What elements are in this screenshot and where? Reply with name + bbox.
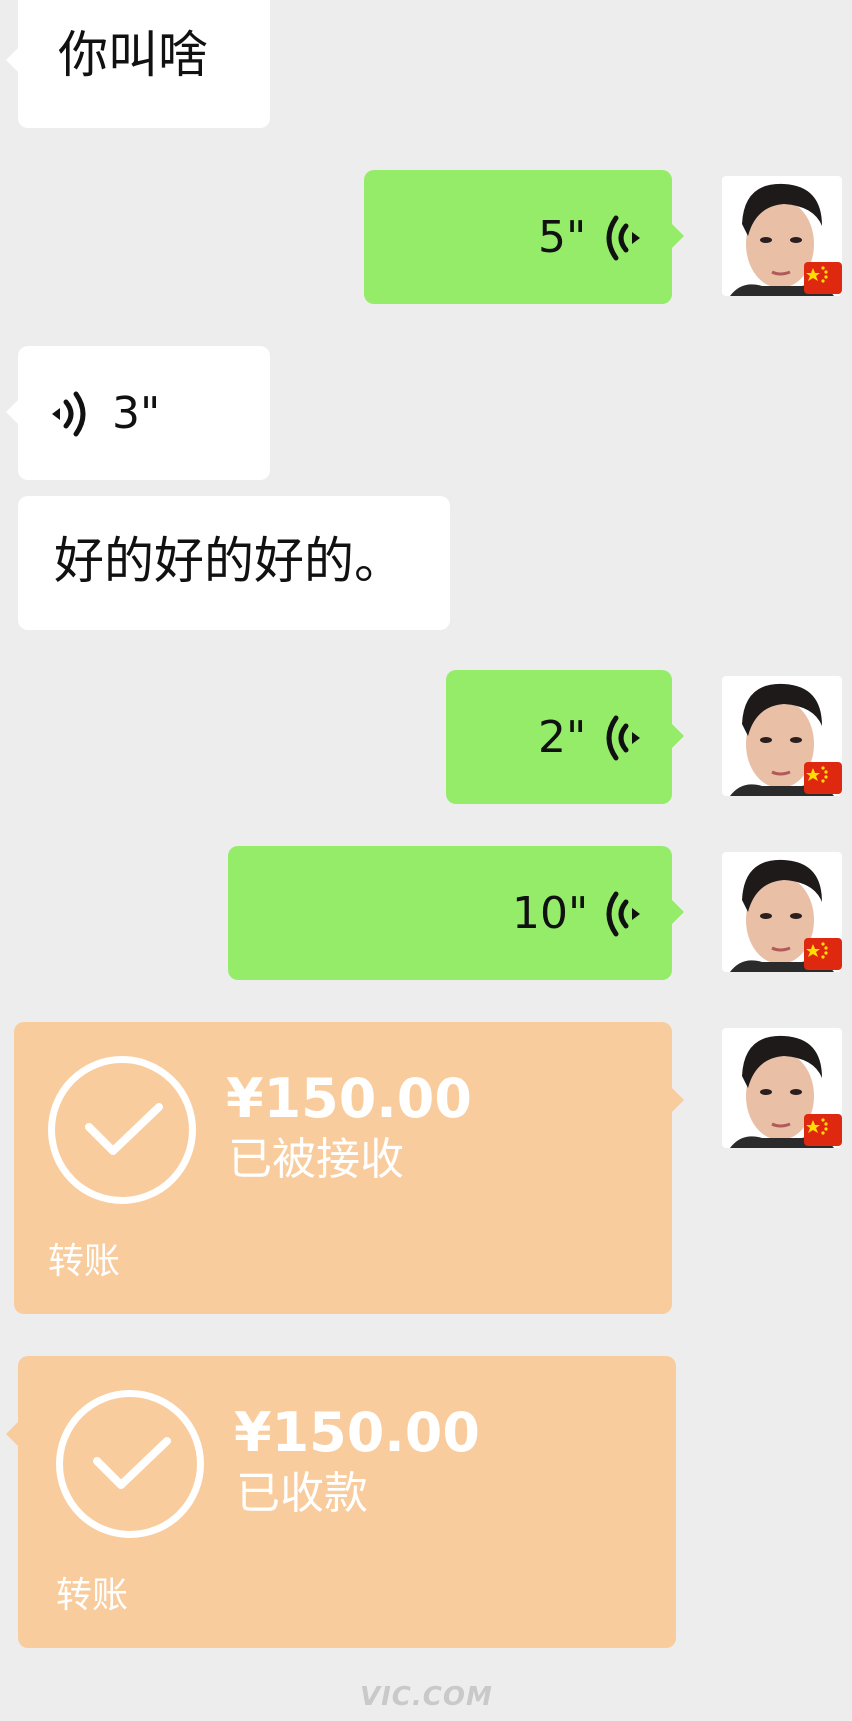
watermark: VIC.COM — [360, 1682, 493, 1712]
avatar[interactable] — [722, 852, 842, 972]
voice-wave-icon — [52, 391, 86, 437]
check-circle — [56, 1390, 204, 1538]
message-text: 你叫啥 — [58, 26, 208, 84]
voice-wave-icon — [606, 215, 640, 261]
avatar[interactable] — [722, 176, 842, 296]
voice-wave-icon — [606, 891, 640, 937]
message-text: 好的好的好的。 — [54, 532, 404, 590]
voice-wave-icon — [606, 715, 640, 761]
voice-duration: 5" — [538, 212, 587, 263]
china-flag-icon — [804, 1114, 842, 1146]
outgoing-voice-bubble[interactable]: 10" — [228, 846, 684, 980]
transfer-card[interactable]: ¥150.00 已收款 转账 — [6, 1356, 676, 1648]
china-flag-icon — [804, 262, 842, 294]
transfer-amount: ¥150.00 — [234, 1401, 480, 1464]
incoming-text-bubble[interactable]: 你叫啥 — [6, 0, 270, 128]
avatar[interactable] — [722, 1028, 842, 1148]
incoming-voice-bubble[interactable]: 3" — [6, 346, 270, 480]
transfer-card[interactable]: ¥150.00 已被接收 转账 — [14, 1022, 684, 1314]
outgoing-voice-bubble[interactable]: 2" — [446, 670, 684, 804]
check-icon — [85, 1103, 163, 1155]
transfer-amount: ¥150.00 — [226, 1067, 472, 1130]
incoming-text-bubble[interactable]: 好的好的好的。 — [18, 496, 450, 630]
check-circle — [48, 1056, 196, 1204]
transfer-status: 已被接收 — [228, 1134, 404, 1185]
voice-duration: 3" — [112, 388, 161, 439]
avatar[interactable] — [722, 676, 842, 796]
china-flag-icon — [804, 762, 842, 794]
outgoing-voice-bubble[interactable]: 5" — [364, 170, 684, 304]
voice-duration: 10" — [512, 888, 589, 939]
transfer-status: 已收款 — [236, 1468, 368, 1519]
china-flag-icon — [804, 938, 842, 970]
check-icon — [93, 1437, 171, 1489]
transfer-label: 转账 — [48, 1241, 121, 1282]
transfer-label: 转账 — [56, 1575, 129, 1616]
voice-duration: 2" — [538, 712, 587, 763]
